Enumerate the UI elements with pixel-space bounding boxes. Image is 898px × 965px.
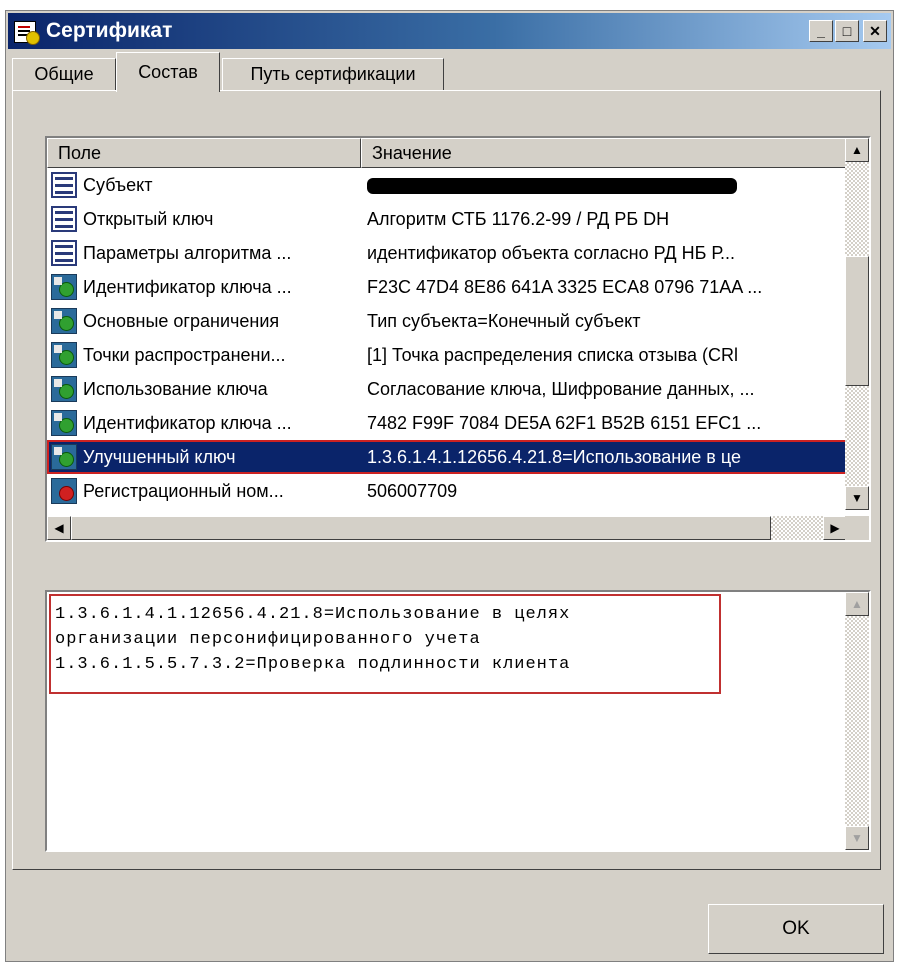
value-details-box[interactable]: 1.3.6.1.4.1.12656.4.21.8=Использование в… [45,590,871,852]
field-name: Основные ограничения [83,310,280,331]
field-name: Точки распространени... [83,344,286,365]
extension-icon [51,444,77,470]
field-name: Идентификатор ключа ... [83,412,292,433]
title-bar[interactable]: Сертификат _ □ ✕ [8,13,891,49]
close-button[interactable]: ✕ [863,20,887,42]
document-icon [51,172,77,198]
field-name: Использование ключа [83,378,268,399]
value-cell: 506007709 [367,480,458,501]
table-row[interactable]: Основные ограничения Тип субъекта=Конечны… [47,304,847,338]
list-header: Поле Значение [47,138,847,168]
table-row[interactable]: Параметры алгоритма ... идентификатор объ… [47,236,847,270]
field-cell: Точки распространени... [47,342,361,368]
certificate-icon [14,19,40,45]
scroll-thumb[interactable] [845,256,869,386]
value-line: организации персонифицированного учета [55,630,481,649]
tab-general[interactable]: Общие [12,58,116,90]
extension-icon [51,308,77,334]
ok-button[interactable]: OK [708,904,884,954]
table-row[interactable]: Идентификатор ключа ... F23C 47D4 8E86 64… [47,270,847,304]
field-cell: Использование ключа [47,376,361,402]
value-cell: [1] Точка распределения списка отзыва (C… [367,344,738,365]
scroll-left-button[interactable]: ◀ [47,516,71,540]
column-field-header[interactable]: Поле [47,138,361,168]
maximize-button[interactable]: □ [835,20,859,42]
details-scroll-up-button[interactable]: ▲ [845,592,869,616]
field-list[interactable]: Поле Значение Субъект Открытый ключ Алгори… [45,136,871,542]
value-text: 1.3.6.1.4.1.12656.4.21.8=Использование в… [49,594,721,694]
scroll-right-button[interactable]: ▶ [823,516,847,540]
window-title: Сертификат [46,19,173,42]
field-cell: Открытый ключ [47,206,361,232]
table-row[interactable]: Регистрационный ном... 506007709 [47,474,847,508]
scrollbar-corner [845,516,869,540]
field-cell: Улучшенный ключ [47,444,361,470]
field-cell: Идентификатор ключа ... [47,410,361,436]
table-row[interactable]: Идентификатор ключа ... 7482 F99F 7084 DE… [47,406,847,440]
value-cell: 7482 F99F 7084 DE5A 62F1 B52B 6151 EFC1 … [367,412,762,433]
field-name: Субъект [83,174,153,195]
value-cell: 1.3.6.1.4.1.12656.4.21.8=Использование в… [367,446,741,467]
field-cell: Регистрационный ном... [47,478,361,504]
document-icon [51,240,77,266]
table-row[interactable]: Точки распространени... [1] Точка распред… [47,338,847,372]
table-row[interactable]: Открытый ключ Алгоритм СТБ 1176.2-99 / РД… [47,202,847,236]
value-cell [361,175,847,196]
extension-icon [51,410,77,436]
details-vertical-scrollbar[interactable]: ▲ ▼ [845,592,869,850]
extension-icon [51,274,77,300]
table-row[interactable]: Субъект [47,168,847,202]
value-cell: Согласование ключа, Шифрование данных, .… [367,378,755,399]
field-cell: Субъект [47,172,361,198]
field-cell: Параметры алгоритма ... [47,240,361,266]
value-cell: идентификатор объекта согласно РД НБ Р..… [367,242,735,263]
field-name: Открытый ключ [83,208,214,229]
value-line: 1.3.6.1.4.1.12656.4.21.8=Использование в… [55,605,571,624]
field-cell: Идентификатор ключа ... [47,274,361,300]
tab-certification-path[interactable]: Путь сертификации [222,58,444,90]
horizontal-scroll-thumb[interactable] [71,516,771,540]
field-name: Регистрационный ном... [83,480,284,501]
list-horizontal-scrollbar[interactable]: ◀ ▶ [47,516,847,540]
field-cell: Основные ограничения [47,308,361,334]
list-rows: Субъект Открытый ключ Алгоритм СТБ 1176.2-… [47,168,847,508]
value-line: 1.3.6.1.5.5.7.3.2=Проверка подлинности к… [55,655,571,674]
value-cell: Алгоритм СТБ 1176.2-99 / РД РБ DH [367,208,670,229]
critical-extension-icon [51,478,77,504]
details-scroll-down-button[interactable]: ▼ [845,826,869,850]
table-row[interactable]: Улучшенный ключ 1.3.6.1.4.1.12656.4.21.8=… [47,440,847,474]
field-name: Параметры алгоритма ... [83,242,292,263]
scroll-down-button[interactable]: ▼ [845,486,869,510]
column-value-header[interactable]: Значение [361,138,847,168]
tab-details[interactable]: Состав [116,52,220,92]
extension-icon [51,342,77,368]
table-row[interactable]: Использование ключа Согласование ключа, Ш… [47,372,847,406]
field-name: Идентификатор ключа ... [83,276,292,297]
scroll-up-button[interactable]: ▲ [845,138,869,162]
document-icon [51,206,77,232]
field-name: Улучшенный ключ [83,446,236,467]
list-vertical-scrollbar[interactable]: ▲ ▼ [845,138,869,510]
minimize-button[interactable]: _ [809,20,833,42]
value-cell: F23C 47D4 8E86 641A 3325 ECA8 0796 71AA … [367,276,763,297]
value-cell: Тип субъекта=Конечный субъект [367,310,641,331]
redacted-value [367,177,737,194]
extension-icon [51,376,77,402]
